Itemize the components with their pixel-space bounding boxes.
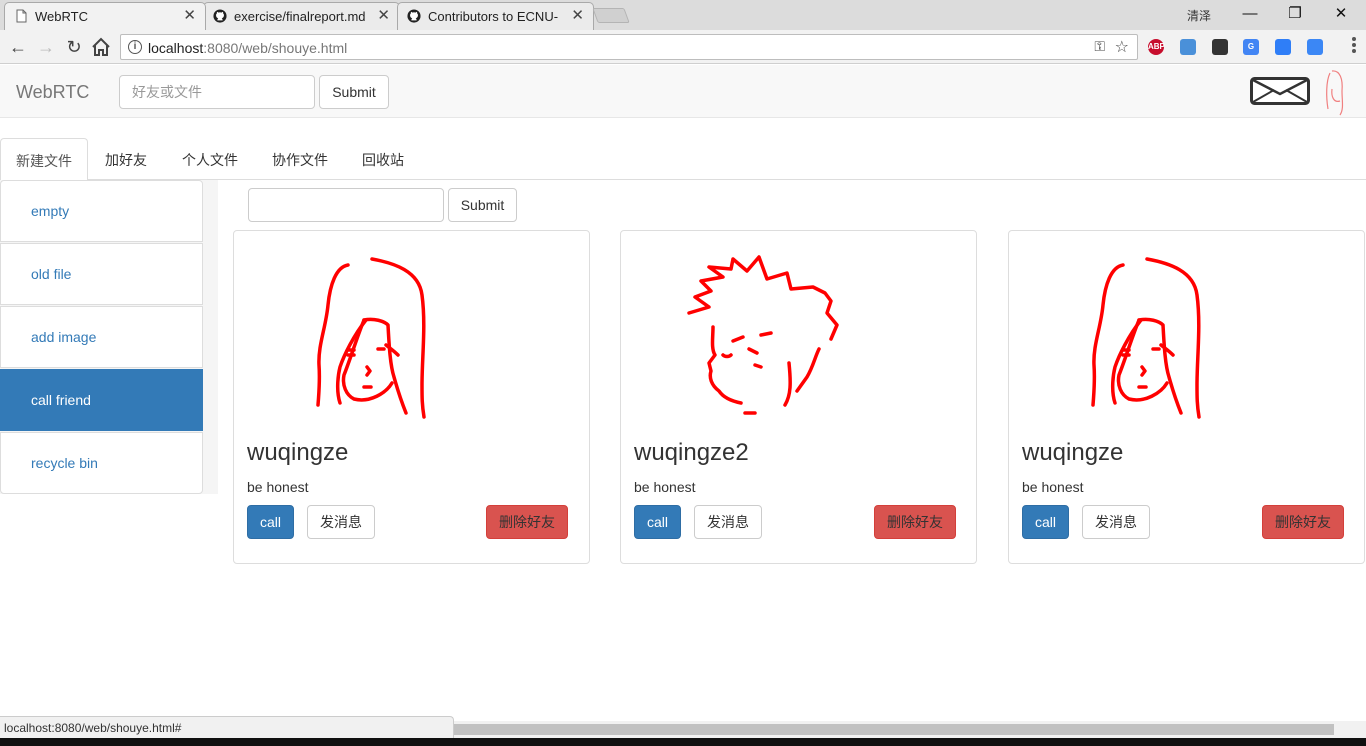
url-text: localhost:8080/web/shouye.html — [148, 40, 348, 56]
tab-new-file[interactable]: 新建文件 — [0, 138, 88, 181]
horizontal-scrollbar[interactable] — [454, 721, 1366, 738]
restore-icon[interactable]: ❐ — [1273, 2, 1317, 26]
delete-friend-button[interactable]: 删除好友 — [874, 505, 956, 539]
menu-icon[interactable] — [1352, 37, 1356, 55]
browser-tab-webrtc[interactable]: WebRTC ✕ — [4, 2, 206, 30]
tab-title: WebRTC — [35, 9, 88, 24]
friend-name: wuqingze — [1022, 439, 1124, 466]
tab-recycle[interactable]: 回收站 — [347, 138, 419, 180]
browser-tab-github-2[interactable]: Contributors to ECNU- ✕ — [397, 2, 594, 30]
friend-name: wuqingze2 — [634, 439, 749, 466]
github-icon — [407, 9, 421, 23]
edit-icon[interactable] — [1275, 39, 1291, 55]
tab-personal-files[interactable]: 个人文件 — [167, 138, 253, 180]
key-icon[interactable]: ⚿ — [1094, 38, 1105, 55]
baidu-icon[interactable] — [1307, 39, 1323, 55]
back-icon[interactable]: ← — [6, 35, 30, 59]
status-bar-url: localhost:8080/web/shouye.html# — [0, 716, 454, 738]
address-bar[interactable]: i localhost:8080/web/shouye.html ⚿ ☆ — [120, 34, 1138, 60]
tab-title: exercise/finalreport.md — [234, 9, 366, 24]
sidebar-item-empty[interactable]: empty — [0, 180, 203, 242]
home-icon[interactable] — [90, 36, 112, 58]
browser-tab-github-1[interactable]: exercise/finalreport.md ✕ — [203, 2, 400, 30]
close-icon[interactable]: ✕ — [183, 6, 196, 24]
girl-avatar — [1091, 257, 1201, 419]
sidebar-menu: empty old file add image call friend rec… — [0, 180, 203, 495]
search-input[interactable] — [119, 75, 315, 109]
call-button[interactable]: call — [247, 505, 294, 539]
friend-card: wuqingze2 be honest call 发消息 删除好友 — [620, 230, 977, 564]
call-button[interactable]: call — [1022, 505, 1069, 539]
page-icon — [16, 9, 27, 23]
star-icon[interactable]: ☆ — [1115, 37, 1129, 57]
sidebar-item-recycle-bin[interactable]: recycle bin — [0, 432, 203, 494]
reload-icon[interactable]: ↻ — [62, 35, 86, 59]
new-tab-button[interactable] — [592, 8, 630, 23]
profile-name[interactable]: 清泽 — [1187, 7, 1211, 24]
content-submit-button[interactable]: Submit — [448, 188, 517, 222]
browser-tab-strip: WebRTC ✕ exercise/finalreport.md ✕ Contr… — [0, 0, 1366, 30]
abp-icon[interactable]: ABP — [1148, 39, 1165, 55]
friend-card: wuqingze be honest call 发消息 删除好友 — [1008, 230, 1365, 564]
boy-avatar — [687, 255, 839, 415]
close-window-icon[interactable]: ✕ — [1319, 2, 1363, 26]
location-icon[interactable] — [1212, 39, 1228, 55]
tab-collab-files[interactable]: 协作文件 — [257, 138, 343, 180]
message-button[interactable]: 发消息 — [307, 505, 375, 539]
content-input[interactable] — [248, 188, 444, 222]
browser-toolbar: ← → ↻ i localhost:8080/web/shouye.html ⚿… — [0, 30, 1366, 64]
close-icon[interactable]: ✕ — [571, 6, 584, 24]
friend-card: wuqingze be honest call 发消息 删除好友 — [233, 230, 590, 564]
bird-icon[interactable] — [1180, 39, 1196, 55]
sidebar-item-old-file[interactable]: old file — [0, 243, 203, 305]
delete-friend-button[interactable]: 删除好友 — [486, 505, 568, 539]
info-icon[interactable]: i — [128, 40, 142, 54]
message-button[interactable]: 发消息 — [694, 505, 762, 539]
main-tabs: 新建文件 加好友 个人文件 协作文件 回收站 — [0, 138, 1366, 181]
sidebar-item-add-image[interactable]: add image — [0, 306, 203, 368]
page: WebRTC Submit 新建文件 加好友 个人文件 协作文件 回收站 emp… — [0, 65, 1366, 717]
brand[interactable]: WebRTC — [16, 82, 89, 103]
delete-friend-button[interactable]: 删除好友 — [1262, 505, 1344, 539]
friend-name: wuqingze — [247, 439, 349, 466]
friend-motto: be honest — [1022, 479, 1084, 495]
tab-title: Contributors to ECNU- — [428, 9, 558, 24]
call-button[interactable]: call — [634, 505, 681, 539]
tab-add-friend[interactable]: 加好友 — [90, 138, 162, 180]
minimize-icon[interactable]: — — [1228, 2, 1272, 26]
scrollbar-thumb[interactable] — [454, 724, 1334, 735]
sidebar-item-call-friend[interactable]: call friend — [0, 369, 203, 431]
mail-icon[interactable] — [1250, 77, 1310, 105]
navbar: WebRTC Submit — [0, 65, 1366, 118]
message-button[interactable]: 发消息 — [1082, 505, 1150, 539]
os-taskbar — [0, 738, 1366, 746]
translate-icon[interactable]: G — [1243, 39, 1259, 55]
friend-motto: be honest — [634, 479, 696, 495]
close-icon[interactable]: ✕ — [377, 6, 390, 24]
forward-icon[interactable]: → — [34, 35, 58, 59]
friend-motto: be honest — [247, 479, 309, 495]
github-icon — [213, 9, 227, 23]
search-submit-button[interactable]: Submit — [319, 75, 389, 109]
avatar[interactable] — [1318, 69, 1352, 117]
girl-avatar — [316, 257, 426, 419]
